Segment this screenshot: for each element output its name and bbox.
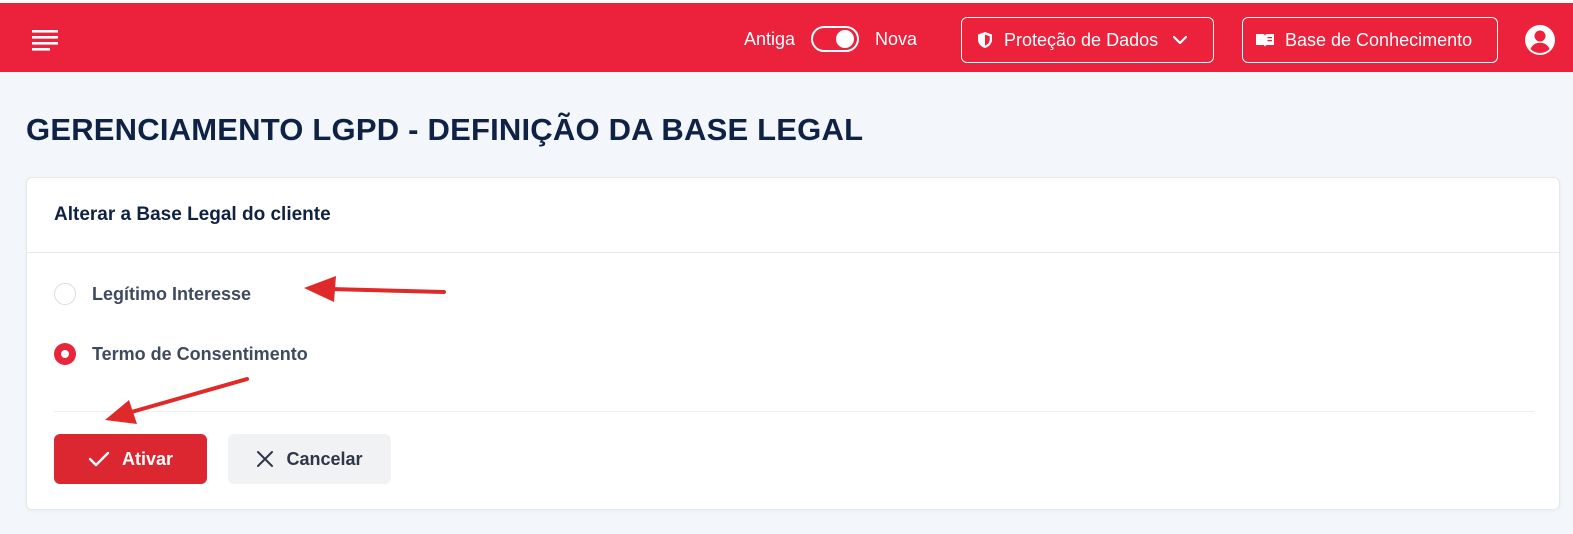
menu-icon[interactable] [30,27,60,51]
top-navbar: Antiga Nova Proteção de Dados Base de Co… [0,0,1573,72]
data-protection-button[interactable]: Proteção de Dados [961,17,1214,63]
version-old-label: Antiga [744,28,796,49]
toggle-knob [836,30,855,48]
legal-basis-card: Alterar a Base Legal do cliente Legítimo… [26,177,1560,510]
cancel-button[interactable]: Cancelar [228,434,391,484]
card-title: Alterar a Base Legal do cliente [54,204,331,225]
version-new-label: Nova [875,28,918,49]
version-toggle[interactable] [811,26,860,52]
version-switch: Antiga Nova [744,22,917,56]
radio-consent-term[interactable] [54,343,76,365]
option-consent-term[interactable]: Termo de Consentimento [54,343,308,365]
check-icon [88,451,110,467]
cancel-label: Cancelar [286,448,363,469]
option-label: Legítimo Interesse [92,283,252,304]
book-icon [1255,32,1275,48]
chevron-down-icon [1172,35,1188,45]
knowledge-base-label: Base de Conhecimento [1285,29,1473,50]
radio-legitimate-interest[interactable] [54,283,76,305]
card-header: Alterar a Base Legal do cliente [27,178,1559,253]
page-title: GERENCIAMENTO LGPD - DEFINIÇÃO DA BASE L… [26,112,864,147]
divider [54,411,1534,412]
shield-icon [976,31,994,49]
user-circle-icon[interactable] [1524,24,1556,56]
option-legitimate-interest[interactable]: Legítimo Interesse [54,283,251,305]
data-protection-label: Proteção de Dados [1004,29,1159,50]
option-label: Termo de Consentimento [92,343,308,364]
knowledge-base-button[interactable]: Base de Conhecimento [1242,17,1498,63]
activate-button[interactable]: Ativar [54,434,207,484]
close-icon [256,450,274,468]
activate-label: Ativar [121,448,174,469]
